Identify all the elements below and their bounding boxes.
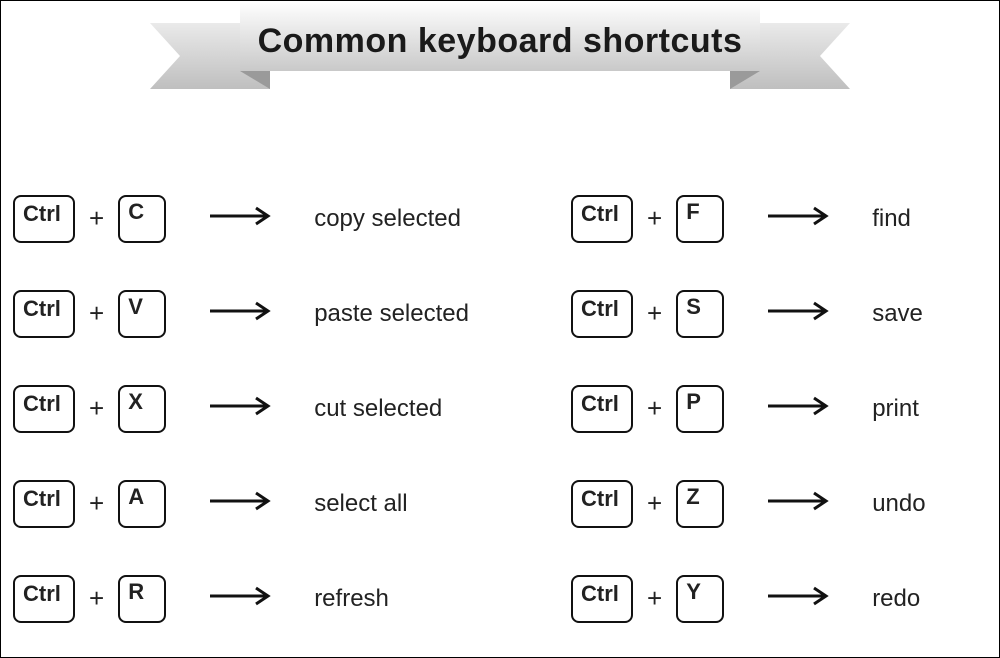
plus-symbol: +: [647, 488, 662, 519]
shortcut-row: Ctrl + V paste selected: [13, 266, 501, 361]
ctrl-key: Ctrl: [571, 195, 633, 243]
arrow-right-icon: [208, 206, 278, 231]
plus-symbol: +: [89, 203, 104, 234]
letter-key: Z: [676, 480, 724, 528]
action-label: undo: [872, 490, 925, 518]
action-label: print: [872, 395, 919, 423]
letter-key: R: [118, 575, 166, 623]
shortcut-row: Ctrl + A select all: [13, 456, 501, 551]
action-label: refresh: [314, 585, 389, 613]
ctrl-key: Ctrl: [571, 385, 633, 433]
letter-key: S: [676, 290, 724, 338]
plus-symbol: +: [89, 393, 104, 424]
page-title: Common keyboard shortcuts: [150, 1, 850, 81]
ctrl-key: Ctrl: [13, 385, 75, 433]
shortcut-row: Ctrl + C copy selected: [13, 171, 501, 266]
shortcut-row: Ctrl + R refresh: [13, 551, 501, 646]
arrow-right-icon: [766, 396, 836, 421]
shortcut-column-right: Ctrl + F find Ctrl + S save Ctrl +: [501, 171, 1000, 651]
plus-symbol: +: [647, 393, 662, 424]
ctrl-key: Ctrl: [13, 480, 75, 528]
arrow-right-icon: [208, 396, 278, 421]
shortcut-row: Ctrl + X cut selected: [13, 361, 501, 456]
shortcut-row: Ctrl + Z undo: [571, 456, 1000, 551]
action-label: find: [872, 205, 911, 233]
shortcut-grid: Ctrl + C copy selected Ctrl + V paste se…: [1, 171, 1000, 651]
shortcut-row: Ctrl + F find: [571, 171, 1000, 266]
ctrl-key: Ctrl: [13, 290, 75, 338]
plus-symbol: +: [89, 583, 104, 614]
letter-key: Y: [676, 575, 724, 623]
action-label: paste selected: [314, 300, 469, 328]
letter-key: C: [118, 195, 166, 243]
action-label: cut selected: [314, 395, 442, 423]
action-label: select all: [314, 490, 407, 518]
ctrl-key: Ctrl: [571, 575, 633, 623]
arrow-right-icon: [208, 301, 278, 326]
shortcut-row: Ctrl + P print: [571, 361, 1000, 456]
letter-key: F: [676, 195, 724, 243]
plus-symbol: +: [647, 298, 662, 329]
plus-symbol: +: [647, 203, 662, 234]
title-banner: Common keyboard shortcuts: [150, 1, 850, 101]
arrow-right-icon: [766, 301, 836, 326]
letter-key: X: [118, 385, 166, 433]
ctrl-key: Ctrl: [13, 575, 75, 623]
action-label: copy selected: [314, 205, 461, 233]
plus-symbol: +: [89, 298, 104, 329]
plus-symbol: +: [89, 488, 104, 519]
ctrl-key: Ctrl: [571, 290, 633, 338]
shortcut-row: Ctrl + S save: [571, 266, 1000, 361]
ctrl-key: Ctrl: [571, 480, 633, 528]
page: Common keyboard shortcuts Ctrl + C copy …: [0, 0, 1000, 658]
shortcut-column-left: Ctrl + C copy selected Ctrl + V paste se…: [1, 171, 501, 651]
arrow-right-icon: [208, 491, 278, 516]
plus-symbol: +: [647, 583, 662, 614]
arrow-right-icon: [208, 586, 278, 611]
letter-key: P: [676, 385, 724, 433]
arrow-right-icon: [766, 206, 836, 231]
action-label: save: [872, 300, 923, 328]
ctrl-key: Ctrl: [13, 195, 75, 243]
arrow-right-icon: [766, 586, 836, 611]
shortcut-row: Ctrl + Y redo: [571, 551, 1000, 646]
arrow-right-icon: [766, 491, 836, 516]
letter-key: V: [118, 290, 166, 338]
action-label: redo: [872, 585, 920, 613]
letter-key: A: [118, 480, 166, 528]
